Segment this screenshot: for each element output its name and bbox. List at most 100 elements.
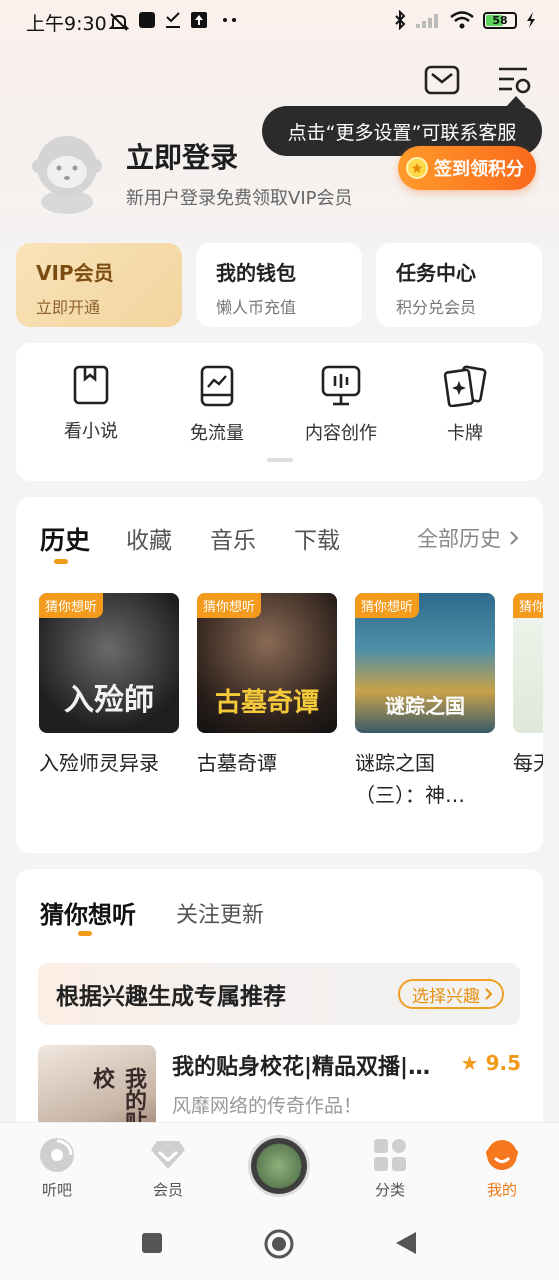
feature-traffic[interactable]: 免流量 (162, 365, 272, 445)
history-book[interactable]: 猜你想听 古墓奇谭 古墓奇谭 (197, 593, 337, 779)
recent-apps-icon[interactable] (141, 1232, 163, 1254)
rec-score-value: 9.5 (485, 1051, 521, 1075)
vip-title: VIP会员 (36, 261, 114, 285)
tab-favorites[interactable]: 收藏 (126, 521, 172, 555)
tab-follow-updates[interactable]: 关注更新 (176, 897, 264, 929)
cover-tag: 猜你想 (513, 593, 543, 618)
upload-icon (191, 12, 207, 28)
login-subtitle: 新用户登录免费领取VIP会员 (126, 188, 353, 209)
page-indicator (267, 458, 293, 462)
feature-create-label: 内容创作 (305, 423, 377, 444)
cover-tag: 猜你想听 (355, 593, 420, 618)
wallet-title: 我的钱包 (216, 261, 296, 285)
nav-listen-label: 听吧 (41, 1181, 72, 1199)
book-cover: 猜你想听 入殓師 (39, 593, 179, 733)
more-notifications-icon (223, 18, 236, 22)
vip-card[interactable]: VIP会员 立即开通 (16, 243, 182, 327)
feature-cards-label: 卡牌 (447, 423, 483, 444)
status-right: 58 (393, 9, 537, 31)
book-icon (73, 365, 109, 405)
rec-book-title[interactable]: 我的贴身校花|精品双播|… (172, 1049, 430, 1081)
rec-book-score: ★ 9.5 (461, 1051, 521, 1075)
category-icon (374, 1139, 406, 1171)
book-title: 古墓奇谭 (197, 751, 277, 775)
feature-create[interactable]: 内容创作 (286, 365, 396, 445)
book-title: 谜踪之国（三）：神… (355, 751, 465, 807)
book-cover: 猜你想听 古墓奇谭 (197, 593, 337, 733)
book-cover: 猜你想听 谜踪之国 (355, 593, 495, 733)
checkin-button[interactable]: 签到领积分 (398, 146, 536, 190)
vip-subtitle: 立即开通 (36, 298, 101, 317)
history-book[interactable]: 猜你想听 谜踪之国 谜踪之国（三）：神… (355, 593, 495, 811)
tab-music[interactable]: 音乐 (210, 521, 256, 555)
wifi-icon (450, 11, 474, 29)
tab-history[interactable]: 历史 (40, 521, 90, 557)
feature-novel[interactable]: 看小说 (36, 365, 146, 443)
cover-title-art: 谜踪之国 (385, 694, 465, 718)
task-center-title: 任务中心 (396, 261, 476, 285)
history-tab-underline (54, 559, 68, 564)
history-book[interactable]: 猜你想听 入殓師 入殓师灵异录 (39, 593, 179, 779)
settings-icon[interactable] (496, 64, 532, 98)
wallet-card[interactable]: 我的钱包 懒人币充值 (196, 243, 362, 327)
status-time: 上午9:30 (26, 13, 107, 35)
select-interest-button[interactable]: 选择兴趣 (398, 979, 504, 1009)
battery-level: 58 (492, 13, 508, 27)
all-history-label: 全部历史 (417, 527, 501, 551)
history-panel: 历史 收藏 音乐 下载 全部历史 猜你想听 入殓師 入殓师灵异录 猜你想听 古墓… (16, 497, 543, 853)
nav-listen[interactable]: 听吧 (17, 1137, 97, 1200)
coin-icon (406, 157, 428, 179)
nav-mine[interactable]: 我的 (462, 1137, 542, 1200)
mute-notification-icon (108, 13, 130, 31)
task-center-card[interactable]: 任务中心 积分兑会员 (376, 243, 542, 327)
book-cover: 猜你想 (513, 593, 543, 733)
download-done-icon (166, 12, 180, 28)
features-panel: 看小说 免流量 内容创作 卡牌 (16, 343, 543, 481)
cover-title-art: 入殓師 (64, 683, 154, 718)
all-history-link[interactable]: 全部历史 (417, 523, 519, 553)
battery-icon: 58 (483, 11, 517, 29)
star-icon: ★ (460, 1051, 479, 1075)
guess-tab-underline (78, 931, 92, 936)
interest-title: 根据兴趣生成专属推荐 (56, 984, 286, 1010)
signal-icon (416, 14, 438, 28)
tab-downloads[interactable]: 下载 (294, 521, 340, 555)
nav-mine-label: 我的 (486, 1181, 517, 1199)
chevron-right-icon (510, 531, 519, 545)
nav-category[interactable]: 分类 (350, 1137, 430, 1200)
nav-category-label: 分类 (374, 1181, 405, 1199)
diamond-icon (151, 1141, 185, 1169)
cards-icon (443, 365, 487, 407)
back-icon[interactable] (394, 1230, 418, 1256)
phone-traffic-icon (200, 365, 234, 407)
history-book[interactable]: 猜你想 每天学 (513, 593, 543, 779)
nav-member-label: 会员 (152, 1181, 183, 1199)
profile-face-icon (486, 1140, 518, 1170)
nav-member[interactable]: 会员 (128, 1137, 208, 1200)
message-icon[interactable] (424, 64, 460, 96)
default-avatar[interactable] (29, 134, 105, 214)
create-icon (321, 365, 361, 406)
select-interest-label: 选择兴趣 (412, 986, 480, 1007)
rec-book-desc: 风靡网络的传奇作品！ (172, 1095, 363, 1117)
cover-tag: 猜你想听 (197, 593, 262, 618)
cover-title-art: 古墓奇谭 (214, 688, 319, 718)
system-nav-bar (0, 1208, 559, 1280)
home-icon[interactable] (263, 1228, 295, 1260)
bluetooth-icon (395, 10, 406, 30)
feature-novel-label: 看小说 (64, 421, 118, 442)
task-center-subtitle: 积分兑会员 (396, 298, 477, 317)
wallet-subtitle: 懒人币充值 (216, 298, 297, 317)
book-title: 每天学 (513, 751, 543, 775)
disc-icon (40, 1138, 74, 1172)
book-title: 入殓师灵异录 (39, 751, 159, 775)
checkin-label: 签到领积分 (434, 159, 524, 180)
login-title[interactable]: 立即登录 (126, 136, 238, 176)
interest-banner[interactable]: 根据兴趣生成专属推荐 选择兴趣 (38, 963, 520, 1025)
tab-guess[interactable]: 猜你想听 (40, 895, 136, 930)
charging-icon (527, 12, 535, 28)
cover-tag: 猜你想听 (39, 593, 104, 618)
now-playing-disc[interactable] (248, 1135, 310, 1197)
feature-cards[interactable]: 卡牌 (410, 365, 520, 445)
feature-traffic-label: 免流量 (190, 423, 244, 444)
